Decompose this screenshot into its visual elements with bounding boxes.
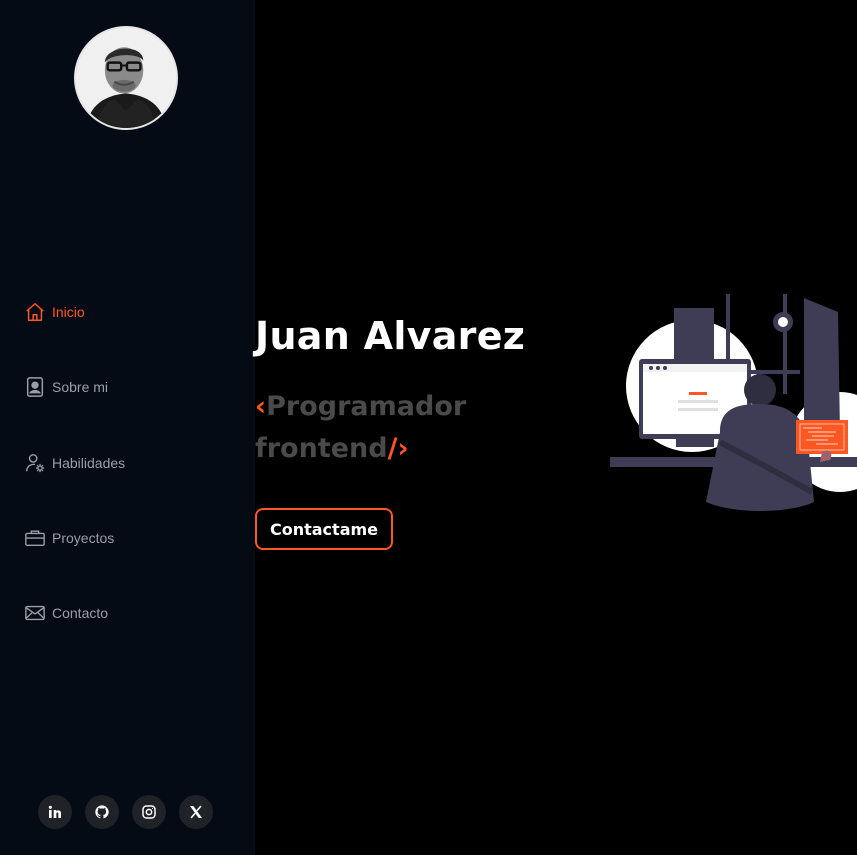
nav-item-habilidades[interactable]: Habilidades bbox=[24, 451, 125, 475]
home-icon bbox=[24, 301, 46, 323]
role-slash: / bbox=[387, 433, 398, 464]
nav-item-label: Contacto bbox=[52, 605, 109, 621]
nav-item-label: Habilidades bbox=[52, 455, 126, 471]
role-close-bracket: › bbox=[397, 433, 409, 464]
x-icon bbox=[190, 805, 202, 819]
contact-button[interactable]: Contactame bbox=[255, 508, 393, 550]
avatar[interactable] bbox=[74, 26, 178, 130]
nav-item-label: Proyectos bbox=[52, 530, 115, 546]
nav-item-contacto[interactable]: Contacto bbox=[24, 601, 108, 625]
hero-name: Juan Alvarez bbox=[255, 314, 526, 358]
role-text: Programador frontend bbox=[255, 391, 467, 464]
github-link[interactable] bbox=[85, 795, 119, 829]
nav-item-inicio[interactable]: Inicio bbox=[24, 300, 85, 324]
nav-item-sobre-mi[interactable]: Sobre mi bbox=[24, 375, 108, 399]
sidebar: Inicio Sobre mi Habilidades Proyectos Co… bbox=[0, 0, 255, 855]
social-links bbox=[38, 795, 213, 829]
user-gear-icon bbox=[24, 452, 46, 474]
briefcase-icon bbox=[24, 527, 46, 549]
role-open-bracket: ‹ bbox=[255, 391, 267, 422]
envelope-icon bbox=[24, 602, 46, 624]
nav-item-label: Inicio bbox=[52, 304, 85, 320]
instagram-icon bbox=[142, 805, 156, 819]
profile-photo bbox=[76, 28, 176, 128]
contact-card-icon bbox=[24, 376, 46, 398]
linkedin-link[interactable] bbox=[38, 795, 72, 829]
linkedin-icon bbox=[48, 805, 61, 818]
github-icon bbox=[95, 805, 109, 819]
programmer-illustration bbox=[610, 294, 857, 511]
x-link[interactable] bbox=[179, 795, 213, 829]
nav-item-proyectos[interactable]: Proyectos bbox=[24, 526, 114, 550]
instagram-link[interactable] bbox=[132, 795, 166, 829]
hero-role: ‹Programador frontend/› bbox=[255, 386, 515, 470]
nav-item-label: Sobre mi bbox=[52, 379, 109, 395]
